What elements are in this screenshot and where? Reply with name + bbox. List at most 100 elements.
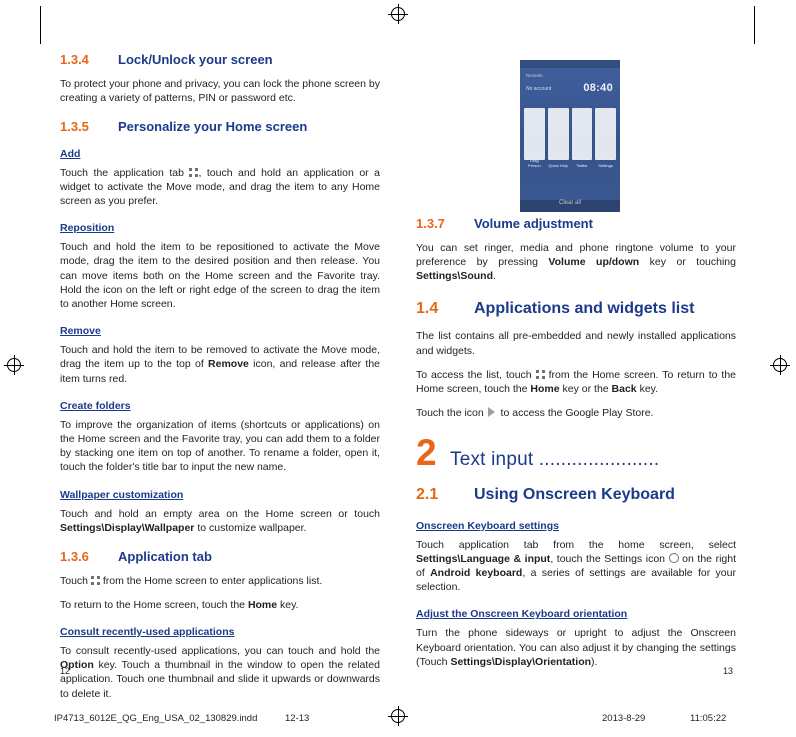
phone-clock: 08:40 (583, 82, 613, 94)
chapter-heading-2: 2 Text input ...................... (416, 434, 736, 471)
paragraph-consult-part1: To consult recently-used applications, y… (60, 645, 380, 658)
heading-number: 1.4 (416, 300, 439, 318)
paragraph-remove: Touch and hold the item to be removed to… (60, 343, 380, 386)
subheading-create-folders-wrap: Create folders (60, 396, 380, 418)
heading-number: 1.3.7 (416, 216, 445, 231)
application-tab-icon (535, 369, 545, 379)
recent-app-card: Twitter (571, 108, 593, 168)
paragraph-return-home-part2: key. (277, 598, 299, 611)
paragraph-orient-part2: ). (591, 655, 598, 668)
right-page-column: 1.3.7 Volume adjustment You can set ring… (416, 216, 736, 679)
paragraph-volume-part2: key or touching (639, 255, 736, 268)
paragraph-apps-list-intro: The list contains all pre-embedded and n… (416, 330, 736, 357)
subheading-consult-recent-apps: Consult recently-used applications (60, 626, 235, 639)
footer-date: 2013-8-29 (602, 713, 646, 724)
paragraph-kbset-part2: , touch the Settings icon (550, 552, 669, 565)
heading-1-3-5: 1.3.5 Personalize your Home screen (60, 119, 380, 135)
paragraph-volume-adjustment: You can set ringer, media and phone ring… (416, 241, 736, 284)
paragraph-add: Touch the application tab , touch and ho… (60, 166, 380, 209)
trim-mark-left (40, 6, 41, 44)
paragraph-remove-bold: Remove (208, 358, 249, 371)
paragraph-keyboard-orientation: Turn the phone sideways or upright to ad… (416, 626, 736, 669)
recent-app-card: Settings (595, 108, 616, 168)
phone-nav-bar (520, 200, 620, 212)
heading-title: Volume adjustment (474, 216, 593, 231)
heading-number: 2.1 (416, 486, 439, 504)
paragraph-access-part1: To access the list, touch (416, 368, 536, 381)
paragraph-access-bold-home: Home (530, 383, 560, 395)
paragraph-app-tab-part1: Touch (60, 574, 91, 587)
subheading-reposition-wrap: Reposition (60, 218, 380, 240)
recent-app-label: Twitter (575, 163, 588, 168)
heading-title: Applications and widgets list (474, 300, 695, 318)
paragraph-create-folders: To improve the organization of items (sh… (60, 418, 380, 474)
subheading-add: Add (60, 147, 81, 160)
heading-number: 1.3.5 (60, 119, 89, 134)
application-tab-icon (90, 575, 100, 585)
heading-2-1: 2.1 Using Onscreen Keyboard (416, 485, 736, 504)
heading-1-3-4: 1.3.4 Lock/Unlock your screen (60, 52, 380, 68)
footer-page-range: 12-13 (285, 713, 310, 724)
document-page: 1.3.4 Lock/Unlock your screen To protect… (0, 0, 796, 737)
paragraph-play-part2: to access the Google Play Store. (497, 407, 654, 420)
subheading-onscreen-keyboard-settings: Onscreen Keyboard settings (416, 519, 559, 532)
phone-screen-subtitle: No account (526, 86, 552, 92)
paragraph-kbset-part1: Touch application tab from the home scre… (416, 538, 736, 551)
paragraph-access-part4: key. (636, 383, 659, 395)
paragraph-add-part1: Touch the application tab (60, 166, 190, 179)
registration-mark-top (388, 4, 408, 24)
paragraph-keyboard-settings: Touch application tab from the home scre… (416, 538, 736, 595)
subheading-remove: Remove (60, 325, 101, 338)
registration-mark-left (4, 355, 24, 375)
paragraph-play-store: Touch the icon to access the Google Play… (416, 406, 736, 420)
paragraph-lock-unlock: To protect your phone and privacy, you c… (60, 77, 380, 104)
subheading-reposition: Reposition (60, 222, 115, 235)
heading-1-3-6: 1.3.6 Application tab (60, 549, 380, 565)
paragraph-return-home-bold: Home (247, 598, 278, 611)
heading-1-4: 1.4 Applications and widgets list (416, 299, 736, 318)
footer-filename: IP4713_6012E_QG_Eng_USA_02_130829.indd (54, 713, 258, 724)
paragraph-wallpaper-part2: to customize wallpaper. (194, 521, 307, 534)
paragraph-application-tab: Touch from the Home screen to enter appl… (60, 574, 380, 588)
recent-app-label: Quick Help (548, 163, 568, 168)
heading-title: Application tab (118, 549, 212, 565)
chapter-number: 2 (416, 432, 437, 474)
trim-mark-right (754, 6, 755, 44)
heading-number: 1.3.4 (60, 52, 89, 67)
paragraph-wallpaper-bold: Settings\Display\Wallpaper (60, 521, 195, 534)
phone-screenshot-figure: Recents No account 08:40 Drag Person Qui… (520, 60, 620, 212)
paragraph-wallpaper: Touch and hold an empty area on the Home… (60, 507, 380, 535)
subheading-wallpaper-wrap: Wallpaper customization (60, 485, 380, 507)
paragraph-volume-part3: . (493, 270, 496, 282)
footer-time: 11:05:22 (690, 713, 727, 724)
subheading-add-wrap: Add (60, 144, 380, 166)
subheading-create-folders: Create folders (60, 399, 131, 412)
paragraph-play-part1: Touch the icon (416, 407, 487, 420)
subheading-keyboard-settings-wrap: Onscreen Keyboard settings (416, 516, 736, 538)
registration-mark-bottom (388, 706, 408, 726)
recent-app-label: Drag Person (528, 158, 541, 168)
paragraph-access-bold-back: Back (611, 383, 637, 395)
paragraph-return-home-part1: To return to the Home screen, touch the (60, 598, 248, 611)
paragraph-reposition: Touch and hold the item to be reposition… (60, 241, 380, 311)
paragraph-volume-bold2: Settings\Sound (416, 270, 493, 282)
subheading-keyboard-orientation-wrap: Adjust the Onscreen Keyboard orientation (416, 604, 736, 626)
paragraph-return-home: To return to the Home screen, touch the … (60, 598, 380, 612)
paragraph-kbset-bold1: Settings\Language & input (416, 552, 551, 565)
paragraph-access-list: To access the list, touch from the Home … (416, 368, 736, 396)
phone-screen-label: Recents (526, 73, 543, 78)
recent-app-card: Quick Help (547, 108, 569, 168)
page-number-left: 12 (60, 666, 71, 676)
left-page-column: 1.3.4 Lock/Unlock your screen To protect… (60, 52, 380, 711)
subheading-consult-wrap: Consult recently-used applications (60, 622, 380, 644)
play-store-icon (487, 407, 498, 418)
paragraph-app-tab-part2: from the Home screen to enter applicatio… (99, 574, 323, 587)
paragraph-orient-bold: Settings\Display\Orientation (450, 655, 592, 668)
recent-app-card: Drag Person (524, 108, 545, 168)
paragraph-volume-bold1: Volume up/down (548, 255, 640, 268)
subheading-wallpaper-customization: Wallpaper customization (60, 488, 184, 501)
registration-mark-right (770, 355, 790, 375)
gear-icon (668, 552, 679, 563)
heading-title: Using Onscreen Keyboard (474, 486, 675, 504)
heading-number: 1.3.6 (60, 549, 89, 565)
